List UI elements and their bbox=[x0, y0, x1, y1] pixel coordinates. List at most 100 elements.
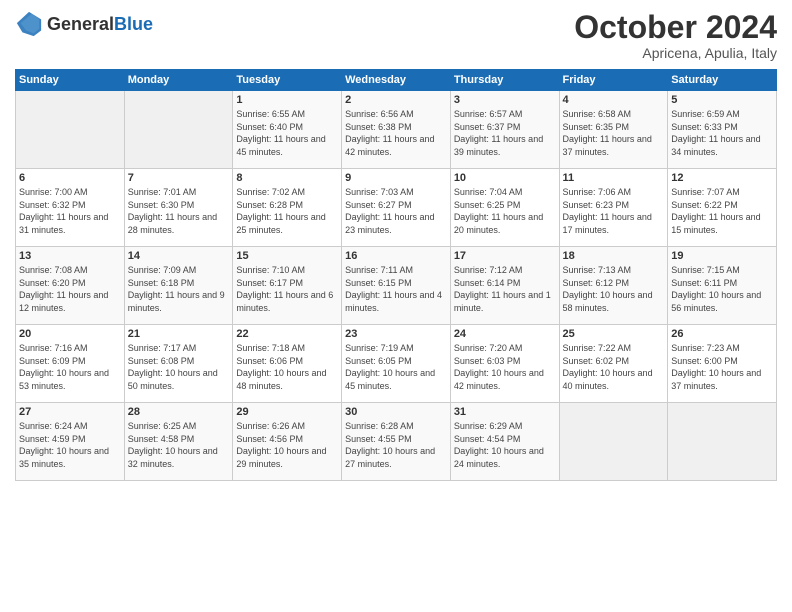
calendar-cell: 22 Sunrise: 7:18 AMSunset: 6:06 PMDayligh… bbox=[233, 325, 342, 403]
day-info: Sunrise: 7:13 AMSunset: 6:12 PMDaylight:… bbox=[563, 264, 665, 314]
day-number: 30 bbox=[345, 406, 447, 418]
day-number: 9 bbox=[345, 172, 447, 184]
day-info: Sunrise: 7:20 AMSunset: 6:03 PMDaylight:… bbox=[454, 342, 556, 392]
day-info: Sunrise: 7:19 AMSunset: 6:05 PMDaylight:… bbox=[345, 342, 447, 392]
day-info: Sunrise: 6:59 AMSunset: 6:33 PMDaylight:… bbox=[671, 108, 773, 158]
day-number: 25 bbox=[563, 328, 665, 340]
calendar-cell: 26Sunrise: 7:23 AMSunset: 6:00 PMDayligh… bbox=[668, 325, 777, 403]
weekday-header-monday: Monday bbox=[124, 70, 233, 91]
day-info: Sunrise: 7:01 AMSunset: 6:30 PMDaylight:… bbox=[128, 186, 230, 236]
day-number: 18 bbox=[563, 250, 665, 262]
day-number: 29 bbox=[236, 406, 338, 418]
calendar-cell: 16 Sunrise: 7:11 AMSunset: 6:15 PMDayligh… bbox=[342, 247, 451, 325]
calendar-cell bbox=[559, 403, 668, 481]
month-title: October 2024 bbox=[574, 10, 777, 45]
weekday-header-saturday: Saturday bbox=[668, 70, 777, 91]
calendar-cell: 18 Sunrise: 7:13 AMSunset: 6:12 PMDayligh… bbox=[559, 247, 668, 325]
calendar-cell: 1 Sunrise: 6:55 AMSunset: 6:40 PMDaylight… bbox=[233, 91, 342, 169]
day-info: Sunrise: 6:25 AMSunset: 4:58 PMDaylight:… bbox=[128, 420, 230, 470]
day-info: Sunrise: 7:06 AMSunset: 6:23 PMDaylight:… bbox=[563, 186, 665, 236]
calendar-week-row: 1 Sunrise: 6:55 AMSunset: 6:40 PMDaylight… bbox=[16, 91, 777, 169]
day-info: Sunrise: 7:22 AMSunset: 6:02 PMDaylight:… bbox=[563, 342, 665, 392]
day-info: Sunrise: 7:18 AMSunset: 6:06 PMDaylight:… bbox=[236, 342, 338, 392]
calendar-cell: 31Sunrise: 6:29 AMSunset: 4:54 PMDayligh… bbox=[450, 403, 559, 481]
day-info: Sunrise: 7:09 AMSunset: 6:18 PMDaylight:… bbox=[128, 264, 230, 314]
day-number: 28 bbox=[128, 406, 230, 418]
page: GeneralBlue October 2024 Apricena, Apuli… bbox=[0, 0, 792, 612]
day-number: 6 bbox=[19, 172, 121, 184]
day-info: Sunrise: 6:58 AMSunset: 6:35 PMDaylight:… bbox=[563, 108, 665, 158]
calendar-cell: 25 Sunrise: 7:22 AMSunset: 6:02 PMDayligh… bbox=[559, 325, 668, 403]
logo-blue: Blue bbox=[114, 14, 153, 34]
calendar-cell: 3 Sunrise: 6:57 AMSunset: 6:37 PMDaylight… bbox=[450, 91, 559, 169]
calendar-cell: 23 Sunrise: 7:19 AMSunset: 6:05 PMDayligh… bbox=[342, 325, 451, 403]
header: GeneralBlue October 2024 Apricena, Apuli… bbox=[15, 10, 777, 61]
calendar-cell: 10 Sunrise: 7:04 AMSunset: 6:25 PMDayligh… bbox=[450, 169, 559, 247]
day-info: Sunrise: 6:26 AMSunset: 4:56 PMDaylight:… bbox=[236, 420, 338, 470]
day-number: 5 bbox=[671, 94, 773, 106]
calendar-cell: 15 Sunrise: 7:10 AMSunset: 6:17 PMDayligh… bbox=[233, 247, 342, 325]
day-info: Sunrise: 7:15 AMSunset: 6:11 PMDaylight:… bbox=[671, 264, 773, 314]
calendar-cell: 2Sunrise: 6:56 AMSunset: 6:38 PMDaylight… bbox=[342, 91, 451, 169]
day-info: Sunrise: 7:03 AMSunset: 6:27 PMDaylight:… bbox=[345, 186, 447, 236]
calendar-cell: 12 Sunrise: 7:07 AMSunset: 6:22 PMDayligh… bbox=[668, 169, 777, 247]
calendar-cell: 24 Sunrise: 7:20 AMSunset: 6:03 PMDayligh… bbox=[450, 325, 559, 403]
calendar-cell bbox=[16, 91, 125, 169]
day-number: 26 bbox=[671, 328, 773, 340]
day-number: 16 bbox=[345, 250, 447, 262]
day-info: Sunrise: 7:16 AMSunset: 6:09 PMDaylight:… bbox=[19, 342, 121, 392]
day-info: Sunrise: 7:11 AMSunset: 6:15 PMDaylight:… bbox=[345, 264, 447, 314]
calendar-week-row: 6 Sunrise: 7:00 AMSunset: 6:32 PMDaylight… bbox=[16, 169, 777, 247]
day-number: 1 bbox=[236, 94, 338, 106]
day-number: 31 bbox=[454, 406, 556, 418]
day-number: 27 bbox=[19, 406, 121, 418]
logo-text: GeneralBlue bbox=[47, 14, 153, 35]
day-number: 22 bbox=[236, 328, 338, 340]
logo-general: General bbox=[47, 14, 114, 34]
day-number: 7 bbox=[128, 172, 230, 184]
day-number: 3 bbox=[454, 94, 556, 106]
day-number: 12 bbox=[671, 172, 773, 184]
day-info: Sunrise: 7:02 AMSunset: 6:28 PMDaylight:… bbox=[236, 186, 338, 236]
calendar-cell: 8 Sunrise: 7:02 AMSunset: 6:28 PMDaylight… bbox=[233, 169, 342, 247]
calendar-cell bbox=[668, 403, 777, 481]
calendar-cell: 30 Sunrise: 6:28 AMSunset: 4:55 PMDayligh… bbox=[342, 403, 451, 481]
calendar-cell: 20 Sunrise: 7:16 AMSunset: 6:09 PMDayligh… bbox=[16, 325, 125, 403]
day-number: 23 bbox=[345, 328, 447, 340]
day-info: Sunrise: 7:17 AMSunset: 6:08 PMDaylight:… bbox=[128, 342, 230, 392]
weekday-header-sunday: Sunday bbox=[16, 70, 125, 91]
day-number: 19 bbox=[671, 250, 773, 262]
logo-icon bbox=[15, 10, 43, 38]
calendar-cell: 21Sunrise: 7:17 AMSunset: 6:08 PMDayligh… bbox=[124, 325, 233, 403]
day-number: 24 bbox=[454, 328, 556, 340]
calendar-cell: 14 Sunrise: 7:09 AMSunset: 6:18 PMDayligh… bbox=[124, 247, 233, 325]
calendar-cell: 28 Sunrise: 6:25 AMSunset: 4:58 PMDayligh… bbox=[124, 403, 233, 481]
day-info: Sunrise: 7:07 AMSunset: 6:22 PMDaylight:… bbox=[671, 186, 773, 236]
day-number: 4 bbox=[563, 94, 665, 106]
calendar-cell: 17Sunrise: 7:12 AMSunset: 6:14 PMDayligh… bbox=[450, 247, 559, 325]
day-info: Sunrise: 6:28 AMSunset: 4:55 PMDaylight:… bbox=[345, 420, 447, 470]
day-info: Sunrise: 7:00 AMSunset: 6:32 PMDaylight:… bbox=[19, 186, 121, 236]
day-number: 20 bbox=[19, 328, 121, 340]
day-info: Sunrise: 7:04 AMSunset: 6:25 PMDaylight:… bbox=[454, 186, 556, 236]
day-number: 14 bbox=[128, 250, 230, 262]
calendar-week-row: 27 Sunrise: 6:24 AMSunset: 4:59 PMDayligh… bbox=[16, 403, 777, 481]
day-number: 8 bbox=[236, 172, 338, 184]
day-number: 15 bbox=[236, 250, 338, 262]
day-number: 11 bbox=[563, 172, 665, 184]
day-info: Sunrise: 6:56 AMSunset: 6:38 PMDaylight:… bbox=[345, 108, 447, 158]
day-number: 10 bbox=[454, 172, 556, 184]
calendar-week-row: 20 Sunrise: 7:16 AMSunset: 6:09 PMDayligh… bbox=[16, 325, 777, 403]
day-info: Sunrise: 6:57 AMSunset: 6:37 PMDaylight:… bbox=[454, 108, 556, 158]
day-info: Sunrise: 7:10 AMSunset: 6:17 PMDaylight:… bbox=[236, 264, 338, 314]
day-number: 17 bbox=[454, 250, 556, 262]
weekday-header-tuesday: Tuesday bbox=[233, 70, 342, 91]
weekday-header-friday: Friday bbox=[559, 70, 668, 91]
title-area: October 2024 Apricena, Apulia, Italy bbox=[574, 10, 777, 61]
weekday-header-wednesday: Wednesday bbox=[342, 70, 451, 91]
day-info: Sunrise: 6:55 AMSunset: 6:40 PMDaylight:… bbox=[236, 108, 338, 158]
day-info: Sunrise: 6:24 AMSunset: 4:59 PMDaylight:… bbox=[19, 420, 121, 470]
calendar-cell: 29 Sunrise: 6:26 AMSunset: 4:56 PMDayligh… bbox=[233, 403, 342, 481]
calendar-cell: 7 Sunrise: 7:01 AMSunset: 6:30 PMDaylight… bbox=[124, 169, 233, 247]
day-info: Sunrise: 7:08 AMSunset: 6:20 PMDaylight:… bbox=[19, 264, 121, 314]
